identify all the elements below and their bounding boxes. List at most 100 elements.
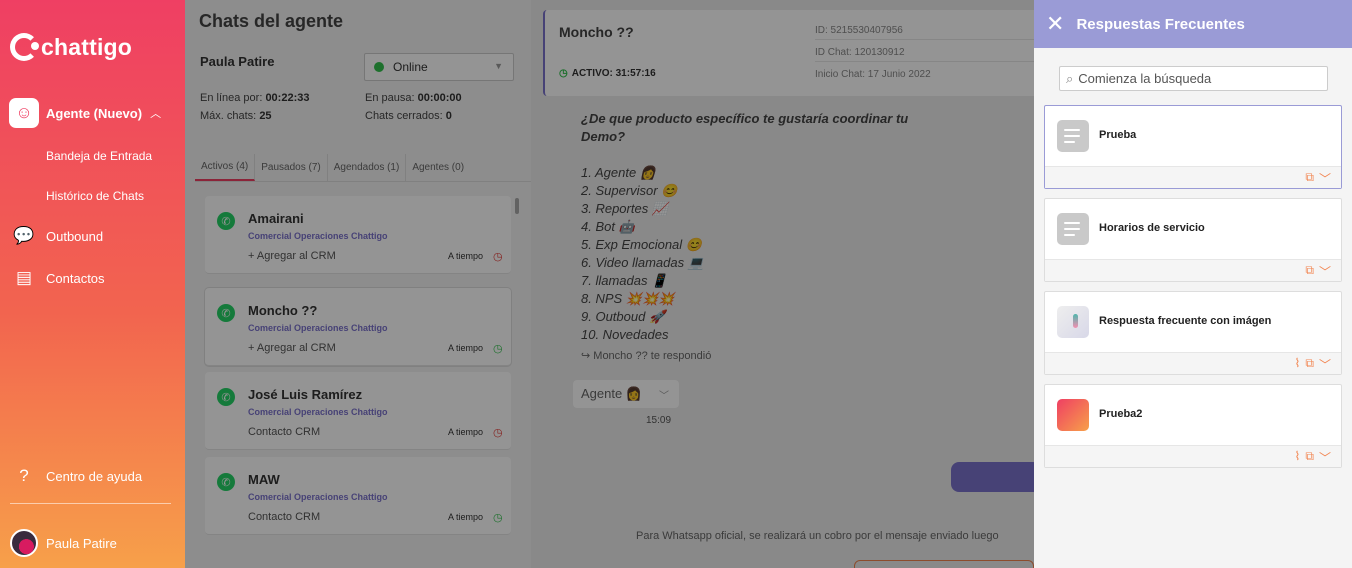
response-card[interactable]: Respuesta frecuente con imágen ⌇ ⧉ ﹀ [1044, 291, 1342, 375]
copy-icon[interactable]: ⧉ [1305, 170, 1314, 187]
app: chattigo ☺ Agente (Nuevo) ︿ Bandeja de E… [0, 0, 1352, 568]
response-label: Prueba2 [1099, 408, 1143, 420]
chat-contact-name: Moncho ?? [248, 303, 318, 318]
billing-note: Para Whatsapp oficial, se realizará un c… [636, 530, 999, 542]
chat-card[interactable]: ✆ Moncho ?? Comercial Operaciones Chattigo… [205, 288, 511, 366]
whatsapp-icon: ✆ [217, 212, 235, 230]
nav-contacts-label: Contactos [46, 270, 105, 286]
whatsapp-icon: ✆ [217, 473, 235, 491]
sidebar: chattigo ☺ Agente (Nuevo) ︿ Bandeja de E… [0, 0, 185, 568]
document-icon [1057, 213, 1089, 245]
quick-reply-button[interactable]: Agente 👩 ﹀ [573, 380, 679, 408]
chat-card[interactable]: ✆ Amairani Comercial Operaciones Chattigo +… [205, 196, 511, 274]
chat-contact-name: MAW [248, 472, 280, 487]
chevron-down-icon: ﹀ [659, 390, 669, 402]
copy-icon[interactable]: ⧉ [1305, 449, 1314, 466]
response-card[interactable]: Prueba ⧉ ﹀ [1044, 105, 1342, 189]
chat-list-panel: Chats del agente Paula Patire Online ▼ E… [185, 0, 531, 568]
user-profile[interactable]: Paula Patire [10, 529, 117, 557]
footer-action[interactable] [854, 560, 1034, 568]
chevron-up-icon: ︿ [150, 108, 162, 120]
active-timer: ◷ ACTIVO: 31:57:16 [559, 68, 656, 79]
crm-link[interactable]: Contacto CRM [248, 426, 320, 438]
chevron-down-icon[interactable]: ﹀ [1319, 356, 1331, 373]
chat-tabs: Activos (4) Pausados (7) Agendados (1) A… [195, 154, 531, 182]
chevron-down-icon[interactable]: ﹀ [1319, 170, 1331, 187]
crm-link[interactable]: + Agregar al CRM [248, 250, 336, 262]
image-thumbnail [1057, 399, 1089, 431]
document-icon [1057, 120, 1089, 152]
menu-option: 9. Outboud 🚀 [581, 309, 666, 324]
tab-paused[interactable]: Pausados (7) [255, 154, 328, 181]
user-name: Paula Patire [46, 535, 117, 551]
nav-outbound[interactable]: 💬 Outbound [12, 224, 103, 248]
image-thumbnail [1057, 306, 1089, 338]
menu-option: 6. Video llamadas 💻 [581, 255, 704, 270]
chat-time-status: A tiempo [448, 343, 484, 353]
menu-option: 10. Novedades [581, 327, 669, 342]
search-icon: ⌕ [1066, 70, 1074, 86]
stat-max-chats: Máx. chats: 25 [200, 110, 272, 122]
tab-active[interactable]: Activos (4) [195, 154, 256, 181]
attachment-icon[interactable]: ⌇ [1295, 449, 1301, 466]
copy-icon[interactable]: ⧉ [1305, 263, 1314, 280]
chevron-down-icon[interactable]: ﹀ [1319, 263, 1331, 280]
status-value: Online [393, 60, 428, 74]
contact-id: ID: 5215530407956 [815, 25, 1045, 40]
chat-team: Comercial Operaciones Chattigo [248, 231, 388, 241]
chat-team: Comercial Operaciones Chattigo [248, 407, 388, 417]
search-input[interactable] [1078, 71, 1309, 86]
attachment-icon[interactable]: ⌇ [1295, 356, 1301, 373]
whatsapp-icon: ✆ [217, 304, 235, 322]
response-card[interactable]: Prueba2 ⌇ ⧉ ﹀ [1044, 384, 1342, 468]
nav-inbox[interactable]: Bandeja de Entrada [46, 149, 152, 163]
nav-contacts[interactable]: ▤ Contactos [12, 266, 105, 290]
chevron-down-icon[interactable]: ﹀ [1319, 449, 1331, 466]
nav-chat-history[interactable]: Histórico de Chats [46, 189, 144, 203]
chat-card[interactable]: ✆ MAW Comercial Operaciones Chattigo Contac… [205, 457, 511, 535]
response-card-body: Prueba [1045, 106, 1341, 166]
tab-agents[interactable]: Agentes (0) [406, 154, 470, 181]
scrollbar[interactable] [515, 198, 519, 214]
response-label: Respuesta frecuente con imágen [1099, 315, 1272, 327]
response-card-body: Respuesta frecuente con imágen [1045, 292, 1341, 352]
status-dropdown[interactable]: Online ▼ [364, 53, 514, 81]
contact-name: Moncho ?? [559, 24, 634, 40]
nav-help[interactable]: ? Centro de ayuda [12, 464, 142, 488]
caret-down-icon: ▼ [494, 61, 503, 71]
copy-icon[interactable]: ⧉ [1305, 356, 1314, 373]
menu-option: 7. llamadas 📱 [581, 273, 668, 288]
chat-contact-name: José Luis Ramírez [248, 387, 363, 402]
clock-icon: ◷ [493, 512, 503, 524]
bot-message: ¿De que producto específico te gustaría … [581, 110, 908, 344]
response-card[interactable]: Horarios de servicio ⧉ ﹀ [1044, 198, 1342, 282]
clock-icon: ◷ [493, 427, 503, 439]
menu-option: 1. Agente 👩 [581, 165, 656, 180]
chat-time-status: A tiempo [448, 427, 484, 437]
outgoing-message [951, 462, 1041, 492]
chattigo-logo[interactable]: chattigo [10, 33, 132, 61]
clock-icon: ◷ [559, 68, 568, 79]
nav-agent[interactable]: ☺ Agente (Nuevo) ︿ [9, 98, 161, 128]
stat-closed-chats: Chats cerrados: 0 [365, 110, 452, 122]
response-label: Horarios de servicio [1099, 222, 1205, 234]
response-label: Prueba [1099, 129, 1137, 141]
response-card-body: Prueba2 [1045, 385, 1341, 445]
chat-card[interactable]: ✆ José Luis Ramírez Comercial Operaciones … [205, 372, 511, 450]
chat-header: Moncho ?? ◷ ACTIVO: 31:57:16 ID: 52155304… [543, 10, 1045, 96]
chat-bubble-icon: 💬 [13, 226, 35, 245]
tab-scheduled[interactable]: Agendados (1) [328, 154, 407, 181]
contacts-icon: ▤ [15, 268, 33, 287]
message-question: ¿De que producto específico te gustaría … [581, 111, 909, 144]
response-actions: ⌇ ⧉ ﹀ [1045, 352, 1341, 374]
crm-link[interactable]: + Agregar al CRM [248, 342, 336, 354]
crm-link[interactable]: Contacto CRM [248, 511, 320, 523]
response-actions: ⧉ ﹀ [1045, 259, 1341, 281]
brand-name: chattigo [41, 33, 133, 60]
close-icon[interactable]: ✕ [1046, 13, 1064, 35]
reply-indicator: ↪ Moncho ?? te respondió [581, 350, 712, 362]
clock-icon: ◷ [493, 251, 503, 263]
message-time: 15:09 [646, 415, 672, 426]
online-status-dot [374, 62, 384, 72]
response-actions: ⌇ ⧉ ﹀ [1045, 445, 1341, 467]
